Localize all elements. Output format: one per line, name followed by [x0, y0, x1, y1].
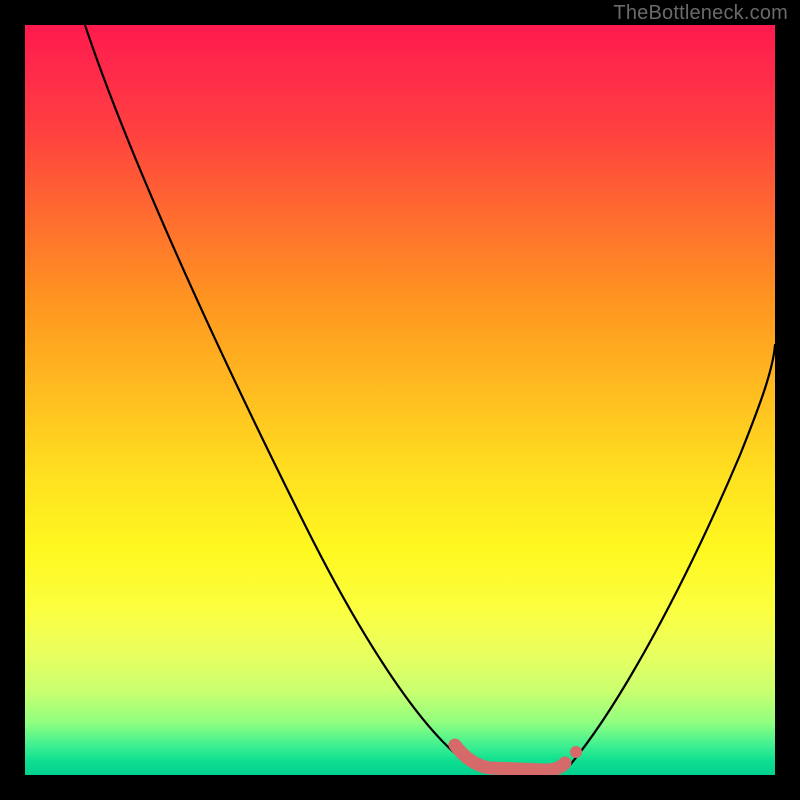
chart-stage: TheBottleneck.com — [0, 0, 800, 800]
valley-end-dot — [570, 746, 582, 758]
plot-area — [25, 25, 775, 775]
valley-highlight — [455, 745, 565, 770]
watermark-text: TheBottleneck.com — [613, 2, 788, 25]
left-curve — [85, 25, 470, 765]
right-curve — [570, 345, 775, 765]
curve-overlay — [25, 25, 775, 775]
